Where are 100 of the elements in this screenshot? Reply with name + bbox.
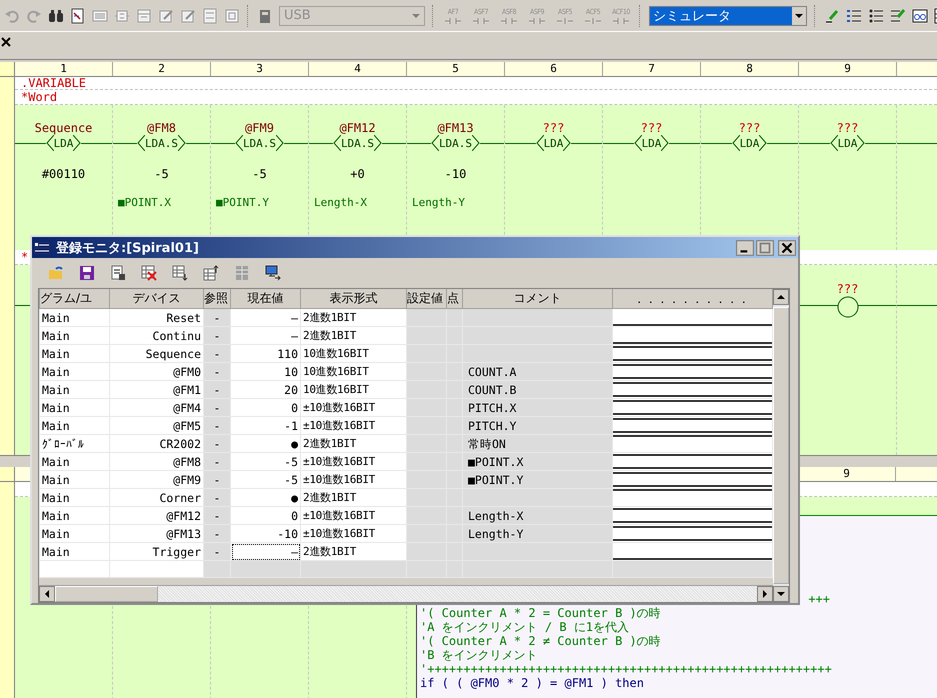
table-cell: ±10進数16BIT xyxy=(300,506,406,524)
contact-symbol-icon xyxy=(529,18,545,24)
table-cell[interactable]: — xyxy=(230,542,300,560)
window-title: 登録モニタ:[Spiral01] xyxy=(56,240,200,256)
register-icon[interactable] xyxy=(110,265,126,281)
bracket-icon xyxy=(732,135,740,151)
column-header[interactable]: 参照 xyxy=(204,289,230,308)
column-header[interactable]: グラム/ユ xyxy=(40,289,110,308)
pen-icon[interactable] xyxy=(824,8,840,24)
instruction-label[interactable]: LDA xyxy=(838,136,858,150)
scroll-down-button[interactable] xyxy=(773,586,789,602)
coil-symbol[interactable] xyxy=(836,296,858,318)
binoculars-icon[interactable] xyxy=(48,8,64,24)
instruction-label[interactable]: LDA.S xyxy=(438,136,472,150)
instruction-label[interactable]: LDA xyxy=(642,136,662,150)
table-cell: Trigger xyxy=(110,542,204,560)
scrollbar-thumb[interactable] xyxy=(773,307,789,584)
table-cell[interactable]: — xyxy=(230,308,300,326)
scroll-left-button[interactable] xyxy=(39,586,55,602)
code-line: 'A をインクリメント / B に1を代入 xyxy=(420,620,630,634)
table-cell: @FM12 xyxy=(110,506,204,524)
scrollbar-thumb[interactable] xyxy=(55,586,158,602)
table-cell: 常時ON xyxy=(462,434,612,452)
checklist-icon[interactable] xyxy=(846,8,862,24)
table-cell: - xyxy=(204,452,230,470)
table-cell: ■POINT.X xyxy=(462,452,612,470)
glasses-icon[interactable] xyxy=(912,8,928,24)
table-cell[interactable]: 0 xyxy=(230,398,300,416)
table-cell[interactable]: — xyxy=(230,326,300,344)
horizontal-scrollbar[interactable] xyxy=(39,585,773,602)
code-line: if ( ( @FM0 * 2 ) = @FM1 ) then xyxy=(420,676,644,690)
table-cell[interactable]: -1 xyxy=(230,416,300,434)
column-number: 9 xyxy=(799,62,897,76)
rung-marker: * xyxy=(21,250,28,264)
table-cell: @FM8 xyxy=(110,452,204,470)
column-number: 4 xyxy=(309,62,407,76)
table-cell[interactable]: 0 xyxy=(230,506,300,524)
table-cell[interactable]: ● xyxy=(230,488,300,506)
column-header[interactable]: 表示形式 xyxy=(300,289,406,308)
table-cell: @FM1 xyxy=(110,380,204,398)
instruction-label[interactable]: LDA.S xyxy=(340,136,374,150)
header-corner xyxy=(0,62,15,76)
table-cell[interactable]: ● xyxy=(230,434,300,452)
code-line: 'B をインクリメント xyxy=(420,648,538,662)
pencil-icon[interactable] xyxy=(180,8,196,24)
table-cell[interactable]: -5 xyxy=(230,452,300,470)
table-cell[interactable]: 110 xyxy=(230,344,300,362)
operand-value: -5 xyxy=(154,167,169,181)
device-comment: Length-Y xyxy=(412,196,465,209)
table-cell: Continu xyxy=(110,326,204,344)
pencil-icon[interactable] xyxy=(158,8,174,24)
column-header[interactable]: デバイス xyxy=(110,289,204,308)
operand-value: -10 xyxy=(444,167,466,181)
table-cell: - xyxy=(204,470,230,488)
folder-icon[interactable] xyxy=(48,265,64,281)
instruction-label[interactable]: LDA xyxy=(544,136,564,150)
checklist-icon[interactable] xyxy=(890,8,906,24)
instruction-label[interactable]: LDA.S xyxy=(144,136,178,150)
table-cell[interactable]: 10 xyxy=(230,362,300,380)
table-cell: ±10進数16BIT xyxy=(300,470,406,488)
instruction-label[interactable]: LDA xyxy=(740,136,760,150)
contact-symbol-icon xyxy=(613,18,629,24)
table-cell: 10進数16BIT xyxy=(300,380,406,398)
instruction-label[interactable]: LDA.S xyxy=(242,136,276,150)
table-cell: 10進数16BIT xyxy=(300,344,406,362)
device-icon[interactable] xyxy=(257,8,273,24)
table-cell xyxy=(406,524,446,542)
delete-row-icon[interactable] xyxy=(141,265,157,281)
close-button[interactable] xyxy=(778,240,796,256)
table-cell xyxy=(406,434,446,452)
minimize-button[interactable] xyxy=(736,240,754,256)
column-header[interactable]: 設定値 xyxy=(406,289,446,308)
column-header[interactable]: 点 xyxy=(446,289,462,308)
table-cell xyxy=(406,470,446,488)
scroll-up-button[interactable] xyxy=(773,289,789,305)
column-number: 2 xyxy=(113,62,211,76)
column-header[interactable]: 現在値 xyxy=(230,289,300,308)
mode-select[interactable]: シミュレータ xyxy=(649,6,807,26)
code-line: +++ xyxy=(808,592,830,606)
document-icon[interactable] xyxy=(70,8,86,24)
scroll-right-button[interactable] xyxy=(757,586,773,602)
grid-up-icon[interactable] xyxy=(203,265,219,281)
close-icon[interactable] xyxy=(1,37,11,47)
column-header[interactable]: . . . . . . . . . . xyxy=(612,289,772,308)
vertical-scrollbar[interactable] xyxy=(773,288,790,603)
table-cell xyxy=(406,560,446,578)
table-cell: @FM5 xyxy=(110,416,204,434)
list-icon[interactable] xyxy=(868,8,884,24)
computer-icon[interactable] xyxy=(265,265,281,281)
table-cell[interactable]: -5 xyxy=(230,470,300,488)
table-cell: PITCH.X xyxy=(462,398,612,416)
column-header[interactable]: コメント xyxy=(462,289,612,308)
grid-down-icon[interactable] xyxy=(172,265,188,281)
table-cell: - xyxy=(204,542,230,560)
dropdown-arrow-icon[interactable] xyxy=(795,14,803,18)
table-cell[interactable]: 20 xyxy=(230,380,300,398)
table-cell: Length-Y xyxy=(462,524,612,542)
instruction-label[interactable]: LDA xyxy=(54,136,74,150)
table-cell[interactable]: -10 xyxy=(230,524,300,542)
floppy-icon[interactable] xyxy=(79,265,95,281)
